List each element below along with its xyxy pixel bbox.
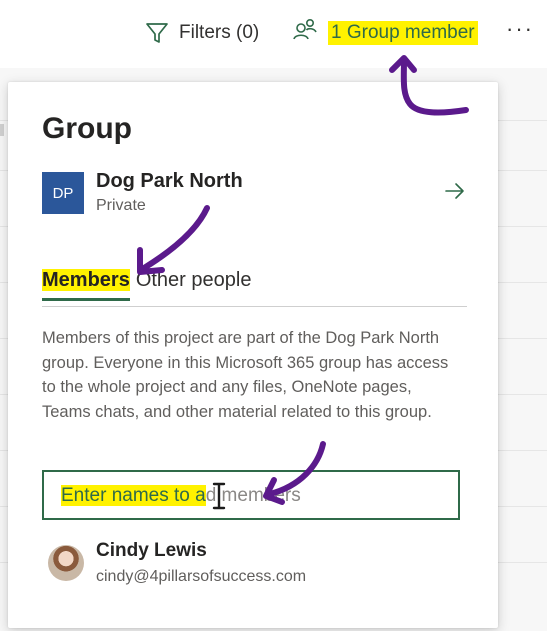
member-email: cindy@4pillarsofsuccess.com <box>96 568 307 585</box>
funnel-icon <box>145 21 169 45</box>
background-edge-mark <box>0 124 4 136</box>
filters-button[interactable]: Filters (0) <box>145 18 259 48</box>
group-link-row[interactable]: DP Dog Park North Private <box>42 170 467 216</box>
group-popover: Group DP Dog Park North Private Members … <box>8 82 498 628</box>
avatar <box>48 545 84 581</box>
i-beam-cursor-icon <box>212 482 226 515</box>
tab-members-label: Members <box>42 269 130 291</box>
member-name: Cindy Lewis <box>96 540 207 561</box>
group-privacy: Private <box>96 197 146 214</box>
member-list-item[interactable]: Cindy Lewis cindy@4pillarsofsuccess.com <box>48 538 458 594</box>
member-tabs: Members Other people <box>42 266 252 301</box>
popover-title: Group <box>42 112 132 145</box>
add-members-input[interactable]: Enter names to ad members <box>42 470 460 520</box>
group-name: Dog Park North <box>96 170 243 192</box>
add-members-placeholder: Enter names to ad members <box>61 485 301 507</box>
screen: Filters (0) 1 Group member ··· Group DP <box>0 0 547 631</box>
tab-other-people[interactable]: Other people <box>136 266 252 294</box>
group-member-label: 1 Group member <box>328 21 478 45</box>
placeholder-highlighted-part: Enter names to a <box>61 485 206 506</box>
toolbar: Filters (0) 1 Group member ··· <box>0 0 547 68</box>
more-horizontal-icon: ··· <box>506 16 534 41</box>
group-member-button[interactable]: 1 Group member <box>292 18 478 48</box>
people-icon <box>292 17 318 49</box>
members-description: Members of this project are part of the … <box>42 329 449 421</box>
arrow-right-icon[interactable] <box>443 179 467 208</box>
more-options-button[interactable]: ··· <box>506 16 534 42</box>
tab-members[interactable]: Members <box>42 266 130 301</box>
tabs-divider <box>42 306 467 307</box>
group-avatar: DP <box>42 172 84 214</box>
group-avatar-initials: DP <box>52 184 74 202</box>
tab-other-people-label: Other people <box>135 269 252 291</box>
filters-label: Filters (0) <box>179 22 260 43</box>
